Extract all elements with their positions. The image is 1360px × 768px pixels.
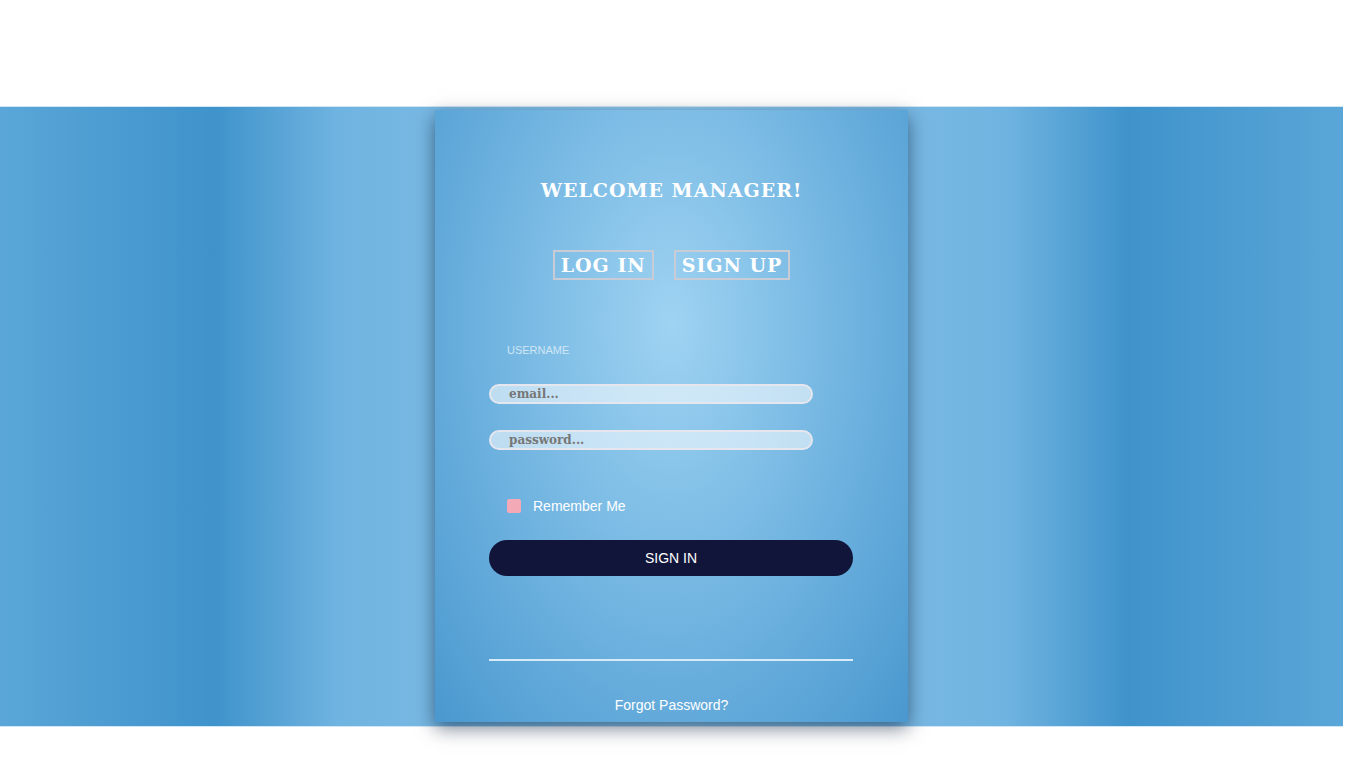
- tab-bar: LOG IN SIGN UP: [489, 250, 854, 280]
- forgot-password-link[interactable]: Forgot Password?: [489, 697, 854, 713]
- scrollbar-gutter: [1343, 106, 1360, 727]
- background-picture: WELCOME MANAGER! LOG IN SIGN UP USERNAME Rem…: [0, 106, 1343, 727]
- tab[interactable]: LOG IN: [553, 250, 654, 280]
- username-label: USERNAME: [489, 342, 569, 358]
- remember-checkbox[interactable]: [507, 499, 521, 513]
- login-card: WELCOME MANAGER! LOG IN SIGN UP USERNAME Rem…: [435, 110, 908, 722]
- divider: [489, 659, 853, 661]
- text-field[interactable]: [489, 384, 813, 404]
- card-title: WELCOME MANAGER!: [489, 178, 854, 202]
- sign-in-button[interactable]: SIGN IN: [489, 540, 853, 576]
- page: WELCOME MANAGER! LOG IN SIGN UP USERNAME Rem…: [0, 0, 1360, 768]
- text-field[interactable]: [489, 430, 813, 450]
- tab[interactable]: SIGN UP: [674, 250, 791, 280]
- remember-label: Remember Me: [533, 498, 626, 514]
- top-area: [0, 0, 1360, 106]
- remember-row[interactable]: Remember Me: [489, 498, 626, 514]
